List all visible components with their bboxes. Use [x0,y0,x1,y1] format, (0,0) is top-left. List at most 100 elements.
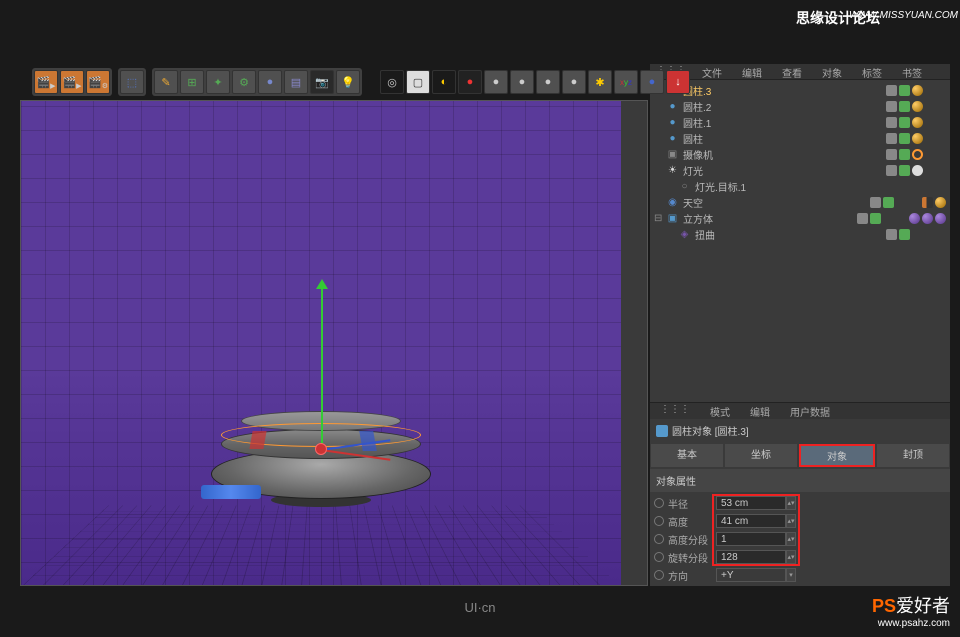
layers-icon[interactable]: ▤ [284,70,308,94]
subtab-basic[interactable]: 基本 [651,444,723,467]
clapper-2-icon[interactable]: 🎬▶ [60,70,84,94]
radius-input[interactable] [716,496,786,510]
obj-tab-file[interactable]: 文件 [692,64,732,79]
spinner[interactable]: ▴▾ [786,496,796,510]
object-tag[interactable] [922,197,933,208]
nodes-icon[interactable]: ⊞ [180,70,204,94]
person-icon[interactable]: ✱ [588,70,612,94]
clapper-1-icon[interactable]: 🎬▶ [34,70,58,94]
hseg-input[interactable] [716,532,786,546]
attr-tab-mode[interactable]: 模式 [700,403,740,419]
sphere-gray-2[interactable]: ● [510,70,534,94]
object-row[interactable]: ●圆柱.1 [654,114,946,130]
object-tag[interactable] [883,197,894,208]
direction-select[interactable] [716,568,786,582]
light-icon[interactable]: 💡 [336,70,360,94]
subtab-coord[interactable]: 坐标 [725,444,797,467]
obj-tab-tag[interactable]: 标签 [852,64,892,79]
object-row[interactable]: ●圆柱.2 [654,98,946,114]
bullet-icon[interactable] [654,552,664,562]
object-tag[interactable] [899,117,910,128]
camera-icon[interactable]: 📷 [310,70,334,94]
sphere-icon[interactable]: ● [258,70,282,94]
obj-tab-edit[interactable]: 编辑 [732,64,772,79]
obj-tab-bookmark[interactable]: 书签 [892,64,932,79]
spinner[interactable]: ▴▾ [786,532,796,546]
dropdown[interactable]: ▾ [786,568,796,582]
object-row[interactable]: ◉天空 [654,194,946,210]
object-row[interactable]: ●圆柱 [654,130,946,146]
cube-icon[interactable]: ⬚ [120,70,144,94]
object-name[interactable]: 扭曲 [695,227,886,242]
object-tag[interactable] [899,133,910,144]
bullet-icon[interactable] [654,516,664,526]
object-row[interactable]: ●圆柱.3 [654,82,946,98]
object-tag[interactable] [909,213,920,224]
object-tag[interactable] [886,117,897,128]
attr-tab-edit[interactable]: 编辑 [740,403,780,419]
object-name[interactable]: 灯光 [683,163,886,178]
axis-y[interactable] [321,281,323,451]
object-tag[interactable] [912,85,923,96]
gear-icon[interactable]: ⚙ [232,70,256,94]
object-tag[interactable] [935,213,946,224]
atom-icon[interactable]: ✦ [206,70,230,94]
object-tag[interactable] [886,229,897,240]
object-tag[interactable] [870,213,881,224]
sphere-gray-1[interactable]: ● [484,70,508,94]
object-tag[interactable] [899,101,910,112]
bullet-icon[interactable] [654,498,664,508]
object-name[interactable]: 立方体 [683,211,857,226]
object-tag[interactable] [886,149,897,160]
window-icon[interactable]: ▢ [406,70,430,94]
object-tag[interactable] [912,117,923,128]
contrast-icon[interactable]: ◐ [432,70,456,94]
object-tag[interactable] [886,165,897,176]
object-tag[interactable] [899,149,910,160]
object-name[interactable]: 圆柱.1 [683,115,886,130]
object-tag[interactable] [857,213,868,224]
object-name[interactable]: 摄像机 [683,147,886,162]
obj-tab-object[interactable]: 对象 [812,64,852,79]
object-tag[interactable] [886,101,897,112]
object-tag[interactable] [899,229,910,240]
object-row[interactable]: ⊟▣立方体 [654,210,946,226]
object-row[interactable]: ☀灯光 [654,162,946,178]
object-tag[interactable] [922,213,933,224]
object-tag[interactable] [886,133,897,144]
sphere-gray-4[interactable]: ● [562,70,586,94]
rseg-input[interactable] [716,550,786,564]
axis-origin[interactable] [315,443,327,455]
attr-menu-icon[interactable]: ⋮⋮⋮ [650,403,700,419]
object-tag[interactable] [899,165,910,176]
bullet-icon[interactable] [654,570,664,580]
red-arrow-icon[interactable]: ↓ [666,70,690,94]
clapper-gear-icon[interactable]: 🎬⚙ [86,70,110,94]
target-icon[interactable]: ◎ [380,70,404,94]
bullet-icon[interactable] [654,534,664,544]
pencil-icon[interactable]: ✎ [154,70,178,94]
subtab-cap[interactable]: 封顶 [877,444,949,467]
object-row[interactable]: ○灯光.目标.1 [654,178,946,194]
viewport[interactable] [20,100,648,586]
object-tag[interactable] [886,85,897,96]
object-tag[interactable] [935,197,946,208]
height-input[interactable] [716,514,786,528]
axis-scale-handle[interactable] [201,485,261,499]
object-tag[interactable] [912,133,923,144]
object-tag[interactable] [912,165,923,176]
object-tag[interactable] [912,101,923,112]
axis-icon[interactable]: xyz [614,70,638,94]
object-name[interactable]: 天空 [683,195,870,210]
obj-tab-view[interactable]: 查看 [772,64,812,79]
object-name[interactable]: 圆柱.2 [683,99,886,114]
spinner[interactable]: ▴▾ [786,514,796,528]
object-name[interactable]: 灯光.目标.1 [695,179,886,194]
object-row[interactable]: ▣摄像机 [654,146,946,162]
object-tag[interactable] [870,197,881,208]
object-row[interactable]: ◈扭曲 [654,226,946,242]
record-icon[interactable]: ● [458,70,482,94]
object-tag[interactable] [899,85,910,96]
object-name[interactable]: 圆柱 [683,131,886,146]
attr-tab-userdata[interactable]: 用户数据 [780,403,840,419]
